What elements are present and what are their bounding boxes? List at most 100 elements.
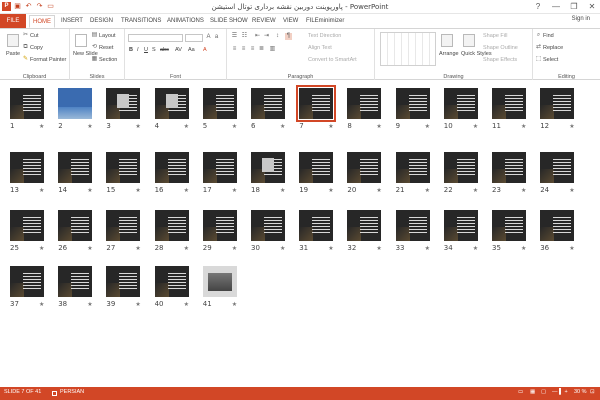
slide-thumbnail[interactable] — [106, 266, 141, 297]
slide-transition-icon[interactable]: ★ — [376, 123, 381, 130]
slide-transition-icon[interactable]: ★ — [184, 301, 189, 308]
close-button[interactable]: ✕ — [586, 1, 598, 12]
slide-thumbnail[interactable] — [443, 210, 478, 241]
arrange-icon[interactable] — [441, 34, 453, 47]
slide-transition-icon[interactable]: ★ — [39, 301, 44, 308]
shape-fill-button[interactable]: Shape Fill — [483, 33, 507, 39]
slide-thumbnail[interactable] — [154, 266, 189, 297]
slide-thumbnail[interactable] — [202, 88, 237, 119]
strikethrough-icon[interactable]: abc — [160, 47, 169, 53]
slide-thumbnail[interactable] — [443, 152, 478, 183]
align-left-icon[interactable]: ≡ — [231, 46, 238, 53]
slide-transition-icon[interactable]: ★ — [87, 123, 92, 130]
slide-transition-icon[interactable]: ★ — [280, 245, 285, 252]
slide-transition-icon[interactable]: ★ — [135, 187, 140, 194]
cut-button[interactable]: Cut — [30, 33, 39, 39]
quick-styles-icon[interactable] — [463, 34, 475, 47]
reset-button[interactable]: Reset — [99, 45, 113, 51]
slide-thumbnail[interactable] — [492, 152, 526, 183]
slide-transition-icon[interactable]: ★ — [425, 123, 430, 130]
slide-thumbnail[interactable] — [395, 152, 430, 183]
grow-font-icon[interactable]: A — [205, 34, 212, 41]
zoom-slider[interactable]: — ▌ + — [552, 389, 568, 395]
slide-thumbnail[interactable] — [58, 88, 93, 119]
slide-transition-icon[interactable]: ★ — [376, 187, 381, 194]
layout-button[interactable]: Layout — [99, 33, 116, 39]
slide-thumbnail[interactable] — [299, 152, 334, 183]
reading-view-icon[interactable]: ▢ — [541, 389, 546, 395]
slide-thumbnail[interactable] — [202, 152, 237, 183]
arrange-button[interactable]: Arrange — [439, 51, 459, 57]
convert-smartart-button[interactable]: Convert to SmartArt — [308, 57, 357, 63]
slide-thumbnail[interactable] — [58, 210, 93, 241]
paste-button[interactable]: Paste — [6, 51, 20, 57]
slide-sorter-view-icon[interactable]: ▦ — [530, 389, 535, 395]
sign-in-link[interactable]: Sign in — [572, 16, 590, 22]
slide-transition-icon[interactable]: ★ — [425, 245, 430, 252]
help-button[interactable]: ? — [532, 1, 544, 12]
slide-thumbnail[interactable] — [154, 152, 189, 183]
slide-thumbnail[interactable] — [251, 88, 285, 119]
italic-icon[interactable]: I — [137, 47, 139, 53]
slide-transition-icon[interactable]: ★ — [328, 123, 333, 130]
slide-transition-icon[interactable]: ★ — [473, 187, 478, 194]
tab-transitions[interactable]: TRANSITIONS — [118, 15, 164, 28]
slide-thumbnail[interactable] — [202, 266, 237, 297]
slide-thumbnail[interactable] — [106, 210, 141, 241]
change-case-icon[interactable]: Aa — [188, 47, 195, 53]
slide-thumbnail[interactable] — [347, 152, 382, 183]
slide-transition-icon[interactable]: ★ — [473, 245, 478, 252]
slide-transition-icon[interactable]: ★ — [569, 187, 574, 194]
slide-transition-icon[interactable]: ★ — [39, 187, 44, 194]
slide-transition-icon[interactable]: ★ — [39, 123, 44, 130]
format-painter-button[interactable]: Format Painter — [30, 57, 66, 63]
slide-transition-icon[interactable]: ★ — [184, 187, 189, 194]
align-center-icon[interactable]: ≡ — [240, 46, 247, 53]
section-button[interactable]: Section — [99, 57, 117, 63]
bold-icon[interactable]: B — [129, 47, 133, 53]
slide-thumbnail[interactable] — [202, 210, 237, 241]
slide-transition-icon[interactable]: ★ — [521, 187, 526, 194]
slide-thumbnail[interactable] — [540, 152, 575, 183]
slide-transition-icon[interactable]: ★ — [184, 123, 189, 130]
replace-button[interactable]: Replace — [543, 45, 563, 51]
slide-transition-icon[interactable]: ★ — [280, 187, 285, 194]
slide-transition-icon[interactable]: ★ — [87, 245, 92, 252]
tab-animations[interactable]: ANIMATIONS — [164, 15, 207, 28]
align-text-button[interactable]: Align Text — [308, 45, 332, 51]
shape-outline-button[interactable]: Shape Outline — [483, 45, 518, 51]
spellcheck-icon[interactable] — [52, 391, 57, 396]
tab-review[interactable]: REVIEW — [249, 15, 279, 28]
slide-transition-icon[interactable]: ★ — [328, 187, 333, 194]
columns-icon[interactable]: ▥ — [269, 46, 276, 53]
zoom-level[interactable]: 30 % — [574, 389, 587, 395]
tab-fileminimizer[interactable]: FILEminimizer — [303, 15, 347, 28]
slide-thumbnail[interactable] — [540, 88, 575, 119]
slide-thumbnail[interactable] — [395, 210, 430, 241]
paste-icon[interactable] — [7, 34, 19, 47]
slide-thumbnail[interactable] — [251, 152, 285, 183]
decrease-indent-icon[interactable]: ⇤ — [254, 33, 261, 40]
align-right-icon[interactable]: ≡ — [249, 46, 256, 53]
slide-thumbnail[interactable] — [347, 210, 382, 241]
find-button[interactable]: Find — [543, 33, 554, 39]
line-spacing-icon[interactable]: ↕ — [274, 33, 281, 40]
slide-transition-icon[interactable]: ★ — [521, 245, 526, 252]
justify-icon[interactable]: ≣ — [258, 46, 265, 53]
tab-insert[interactable]: INSERT — [58, 15, 86, 28]
slide-thumbnail[interactable] — [296, 85, 337, 122]
underline-icon[interactable]: U — [144, 47, 148, 53]
slide-thumbnail[interactable] — [540, 210, 575, 241]
tab-design[interactable]: DESIGN — [87, 15, 116, 28]
slide-transition-icon[interactable]: ★ — [232, 123, 237, 130]
slide-thumbnail[interactable] — [106, 152, 141, 183]
slide-transition-icon[interactable]: ★ — [87, 301, 92, 308]
slide-thumbnail[interactable] — [10, 210, 44, 241]
shape-effects-button[interactable]: Shape Effects — [483, 57, 517, 63]
slide-transition-icon[interactable]: ★ — [328, 245, 333, 252]
slide-thumbnail[interactable] — [395, 88, 430, 119]
slide-transition-icon[interactable]: ★ — [135, 123, 140, 130]
slide-transition-icon[interactable]: ★ — [473, 123, 478, 130]
font-size-combo[interactable] — [185, 34, 203, 42]
tab-home[interactable]: HOME — [29, 15, 55, 28]
